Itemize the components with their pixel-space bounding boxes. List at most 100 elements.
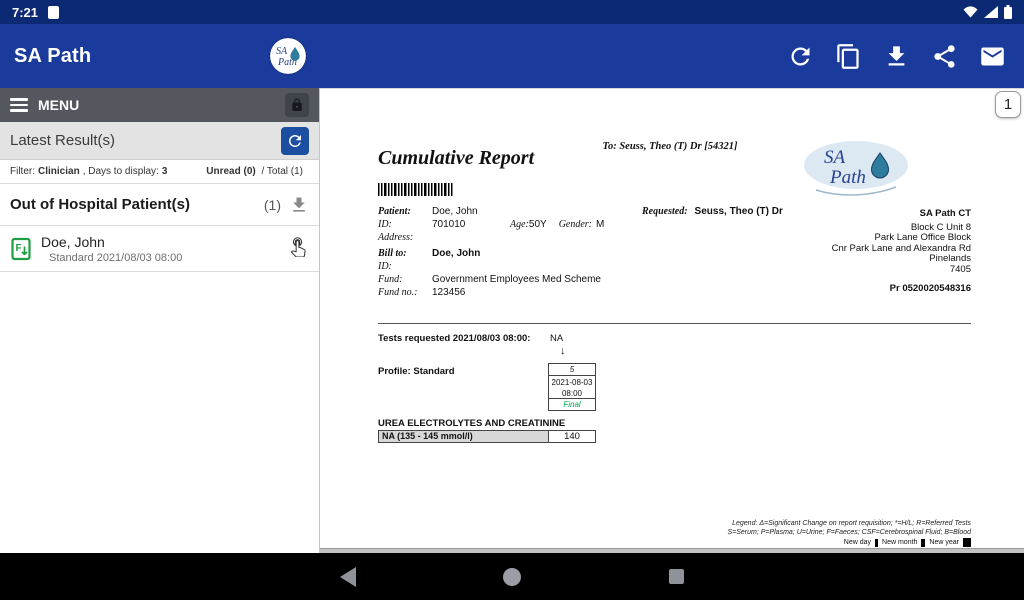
refresh-results-button[interactable] — [281, 127, 309, 155]
hamburger-icon[interactable] — [10, 98, 28, 112]
legend-newyear-label: New year — [929, 539, 959, 546]
report-viewer[interactable]: 1 To: Seuss, Theo (T) Dr [54321] Cumulat… — [320, 88, 1024, 553]
newday-bar-icon — [875, 539, 878, 547]
signal-icon — [984, 6, 998, 18]
fundno-label: Fund no.: — [378, 286, 432, 299]
filter-label: Filter: — [10, 166, 35, 177]
report-title: Cumulative Report — [378, 147, 534, 170]
id-value: 701010 — [432, 218, 510, 231]
patient-texts: Doe, John Standard 2021/08/03 08:00 — [41, 234, 182, 264]
report-page: To: Seuss, Theo (T) Dr [54321] Cumulativ… — [320, 89, 1024, 553]
app-actions — [787, 43, 1010, 70]
latest-results-label: Latest Result(s) — [10, 132, 115, 149]
filter-clinician: Clinician — [38, 166, 80, 177]
filter-days-value: 3 — [162, 166, 168, 177]
svg-text:SA: SA — [276, 46, 288, 57]
column-status: Final — [548, 398, 596, 411]
age-label: Age: — [510, 218, 529, 231]
unread-count: Unread (0) — [206, 166, 255, 177]
home-icon — [503, 568, 521, 586]
fund-label: Fund: — [378, 273, 432, 286]
copy-icon[interactable] — [835, 43, 862, 70]
sa-path-report-logo-icon: SA Path — [798, 137, 916, 203]
legend-newmonth-label: New month — [882, 539, 917, 546]
download-icon[interactable] — [883, 43, 910, 70]
result-test-value: 140 — [548, 430, 596, 443]
address-label: Address: — [378, 231, 432, 244]
screen: 7:21 SA Path SA Path — [0, 0, 1024, 600]
lab-address-line: 7405 — [832, 265, 971, 276]
page-number-indicator: 1 — [995, 91, 1021, 118]
legend-newday-label: New day — [844, 539, 871, 546]
barcode — [378, 183, 454, 196]
sidebar-empty-area — [0, 272, 319, 553]
legend-date-marks: New day New month New year — [844, 538, 971, 547]
android-nav-bar — [0, 553, 1024, 600]
recents-button[interactable] — [665, 566, 687, 588]
filter-days-label: , Days to display: — [83, 166, 159, 177]
column-date: 2021-08-03 — [549, 377, 595, 388]
latest-results-header: Latest Result(s) — [0, 122, 319, 160]
filter-row[interactable]: Filter: Clinician , Days to display: 3 U… — [0, 160, 319, 184]
download-icon[interactable] — [289, 195, 309, 215]
app-bar: SA Path SA Path — [0, 24, 1024, 88]
lab-address-line: Pinelands — [832, 254, 971, 265]
age-value: 50Y — [529, 218, 547, 231]
tests-requested-value: NA — [550, 333, 563, 344]
status-left: 7:21 — [12, 5, 59, 20]
section-right: (1) — [264, 195, 309, 215]
file-result-icon: F — [10, 237, 32, 261]
status-right — [963, 5, 1012, 19]
result-test-name: NA (135 - 145 mmol/l) — [378, 430, 549, 443]
screenshot-icon — [48, 6, 59, 19]
section-out-of-hospital[interactable]: Out of Hospital Patient(s) (1) — [0, 184, 319, 226]
filter-counts: Unread (0) / Total (1) — [206, 166, 306, 177]
report-legend: Legend: Δ=Significant Change on report r… — [727, 520, 971, 537]
lock-button[interactable] — [285, 93, 309, 117]
id2-label: ID: — [378, 260, 432, 273]
refresh-icon — [286, 132, 304, 150]
svg-text:F: F — [16, 243, 22, 254]
lab-address-line: Park Lane Office Block — [832, 233, 971, 244]
lab-address-block: SA Path CT Block C Unit 8 Park Lane Offi… — [832, 209, 971, 295]
divider — [378, 323, 971, 324]
status-time: 7:21 — [12, 5, 38, 20]
result-column-header: 5 2021-08-03 08:00 Final — [548, 363, 596, 411]
app-title: SA Path — [14, 45, 91, 68]
recents-icon — [669, 569, 684, 584]
menu-bar[interactable]: MENU — [0, 88, 319, 122]
email-icon[interactable] — [979, 43, 1006, 70]
home-button[interactable] — [501, 566, 523, 588]
billto-label: Bill to: — [378, 247, 432, 260]
patient-value: Doe, John — [432, 205, 478, 218]
patient-detail: Standard 2021/08/03 08:00 — [41, 252, 182, 264]
section-count: (1) — [264, 197, 281, 213]
profile-label: Profile: Standard — [378, 366, 455, 377]
fund-value: Government Employees Med Scheme — [432, 273, 601, 286]
svg-text:SA: SA — [824, 147, 846, 168]
wifi-icon — [963, 6, 978, 18]
lock-icon — [290, 98, 304, 112]
lab-practice-number: Pr 0520020548316 — [832, 284, 971, 295]
tests-requested-label: Tests requested 2021/08/03 08:00: — [378, 333, 530, 344]
patient-label: Patient: — [378, 205, 432, 218]
down-arrow-icon: ↓ — [560, 345, 566, 357]
hand-pointer-icon — [287, 235, 309, 262]
back-icon — [340, 567, 356, 587]
newmonth-bar-icon — [921, 539, 925, 547]
legend-line-2: S=Serum; P=Plasma; U=Urine; F=Faeces; CS… — [727, 529, 971, 538]
id-label: ID: — [378, 218, 432, 231]
legend-line-1: Legend: Δ=Significant Change on report r… — [727, 520, 971, 529]
column-datetime: 2021-08-03 08:00 — [548, 375, 596, 399]
svg-text:Path: Path — [829, 167, 866, 188]
fundno-value: 123456 — [432, 286, 465, 299]
refresh-icon[interactable] — [787, 43, 814, 70]
patient-list-item[interactable]: F Doe, John Standard 2021/08/03 08:00 — [0, 226, 319, 272]
requested-label: Requested: — [642, 205, 688, 218]
back-button[interactable] — [337, 566, 359, 588]
patient-name: Doe, John — [41, 234, 182, 250]
page-bottom-edge — [320, 548, 1024, 553]
patient-info-block: Patient: Doe, John ID: 701010 Age: 50Y G… — [378, 205, 642, 299]
share-icon[interactable] — [931, 43, 958, 70]
menu-label: MENU — [38, 97, 79, 113]
